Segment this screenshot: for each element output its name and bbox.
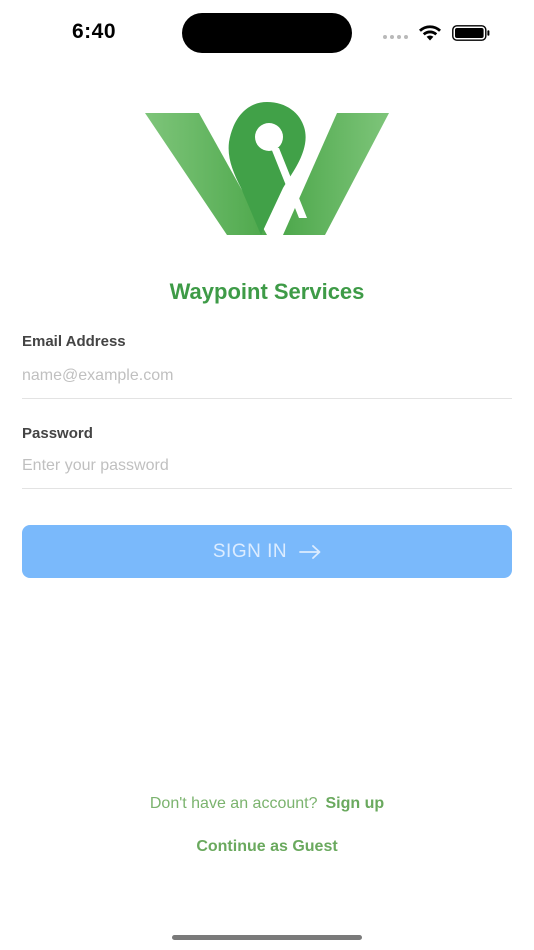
signal-dots-icon bbox=[383, 35, 408, 39]
email-field[interactable] bbox=[22, 361, 512, 391]
password-divider bbox=[22, 488, 512, 489]
app-title: Waypoint Services bbox=[169, 279, 365, 304]
home-indicator[interactable] bbox=[172, 935, 362, 940]
sign-in-button[interactable]: SIGN IN bbox=[22, 525, 512, 578]
signup-row: Don't have an account? Sign up bbox=[0, 795, 534, 813]
dynamic-island bbox=[182, 13, 352, 53]
arrow-right-icon bbox=[299, 544, 321, 559]
email-divider bbox=[22, 398, 512, 399]
sign-in-label: SIGN IN bbox=[212, 540, 288, 562]
battery-icon bbox=[452, 25, 490, 41]
continue-as-guest-link[interactable]: Continue as Guest bbox=[0, 838, 534, 856]
password-label: Password bbox=[22, 425, 93, 442]
wifi-icon bbox=[419, 25, 441, 41]
login-screen: 6:40 Waypoint Services Email Address nam… bbox=[0, 0, 534, 950]
waypoint-logo-icon bbox=[145, 102, 389, 235]
password-field[interactable] bbox=[22, 451, 512, 481]
sign-up-link[interactable]: Sign up bbox=[325, 795, 384, 812]
email-label: Email Address bbox=[22, 333, 126, 350]
status-time: 6:40 bbox=[72, 20, 117, 43]
signup-prompt: Don't have an account? bbox=[149, 795, 318, 812]
